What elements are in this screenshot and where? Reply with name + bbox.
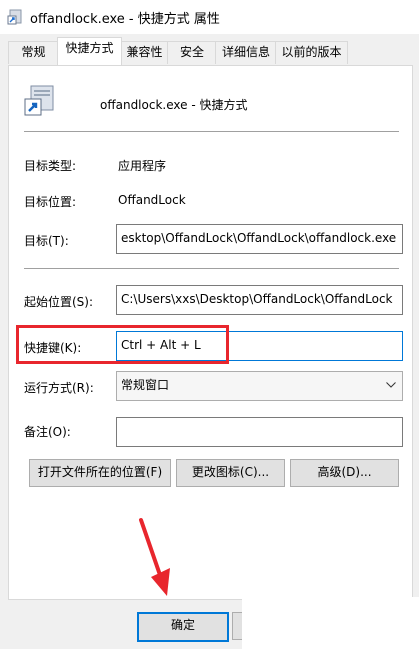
window-title: offandlock.exe - 快捷方式 属性 xyxy=(30,12,220,27)
run-select-value: 常规窗口 xyxy=(121,378,170,392)
ok-button[interactable]: 确定 xyxy=(137,612,229,642)
overlay-block xyxy=(242,597,419,649)
target-label: 目标(T): xyxy=(24,234,69,248)
advanced-button[interactable]: 高级(D)... xyxy=(290,459,399,487)
app-icon xyxy=(7,9,22,25)
title-bar: offandlock.exe - 快捷方式 属性 xyxy=(0,0,419,34)
change-icon-button[interactable]: 更改图标(C)... xyxy=(176,459,285,487)
open-file-location-button[interactable]: 打开文件所在的位置(F) xyxy=(29,459,171,487)
target-input[interactable]: esktop\OffandLock\OffandLock\offandlock.… xyxy=(116,224,403,254)
target-location-label: 目标位置: xyxy=(24,195,77,209)
tab-previous-versions[interactable]: 以前的版本 xyxy=(275,41,348,64)
run-label: 运行方式(R): xyxy=(24,381,94,395)
start-in-input[interactable]: C:\Users\xxs\Desktop\OffandLock\OffandLo… xyxy=(116,285,403,315)
annotation-highlight-box xyxy=(16,325,229,364)
target-location-value: OffandLock xyxy=(118,193,186,207)
tab-compatibility[interactable]: 兼容性 xyxy=(120,41,169,64)
comment-label: 备注(O): xyxy=(24,425,71,439)
target-type-label: 目标类型: xyxy=(24,159,77,173)
tab-strip: 常规 快捷方式 兼容性 安全 详细信息 以前的版本 xyxy=(0,34,419,66)
shortcut-icon xyxy=(24,85,54,116)
target-type-value: 应用程序 xyxy=(118,159,167,173)
shortcut-name: offandlock.exe - 快捷方式 xyxy=(100,98,248,112)
chevron-down-icon xyxy=(386,382,396,388)
divider xyxy=(24,268,399,269)
comment-input[interactable] xyxy=(116,417,403,447)
run-select[interactable]: 常规窗口 xyxy=(116,371,403,401)
tab-shortcut[interactable]: 快捷方式 xyxy=(57,37,122,65)
divider xyxy=(24,131,399,132)
tab-security[interactable]: 安全 xyxy=(167,41,217,64)
tab-details[interactable]: 详细信息 xyxy=(215,41,277,64)
start-in-label: 起始位置(S): xyxy=(24,295,94,309)
tab-general[interactable]: 常规 xyxy=(8,41,59,64)
